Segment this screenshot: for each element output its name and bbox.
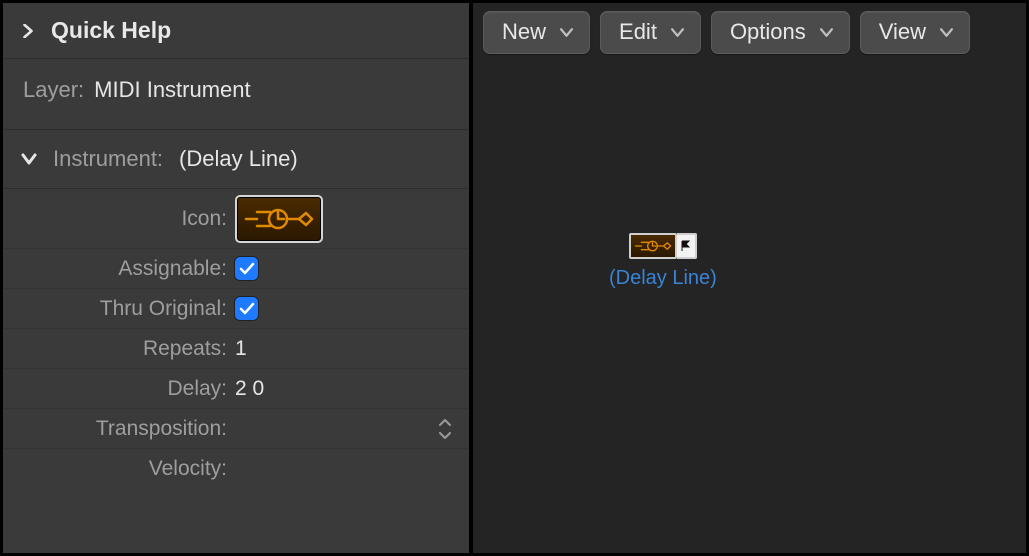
edit-label: Edit [619, 19, 657, 45]
edit-menu-button[interactable]: Edit [600, 11, 701, 54]
node-icon-row [609, 233, 717, 259]
prop-repeats-value[interactable]: 1 [235, 337, 469, 361]
thru-original-checkbox[interactable] [235, 297, 258, 320]
view-menu-button[interactable]: View [860, 11, 970, 54]
prop-repeats[interactable]: Repeats: 1 [3, 329, 469, 369]
delay-line-icon [244, 202, 314, 236]
instrument-label: Instrument: [53, 146, 163, 172]
prop-velocity-label: Velocity: [3, 457, 235, 481]
assignable-checkbox[interactable] [235, 257, 258, 280]
app-window: Quick Help Layer: MIDI Instrument Instru… [0, 0, 1029, 556]
instrument-value: (Delay Line) [179, 146, 298, 172]
chevron-down-icon [940, 26, 953, 39]
node-output-port[interactable] [677, 233, 697, 259]
node-icon[interactable] [629, 233, 677, 259]
prop-icon: Icon: [3, 189, 469, 249]
chevron-down-icon [21, 151, 37, 167]
chevron-down-icon [820, 26, 833, 39]
quick-help-header[interactable]: Quick Help [3, 3, 469, 59]
new-menu-button[interactable]: New [483, 11, 590, 54]
chevron-right-icon [21, 24, 35, 38]
prop-transposition-label: Transposition: [3, 417, 235, 441]
properties-list: Icon: [3, 189, 469, 489]
prop-icon-value[interactable] [235, 195, 469, 243]
prop-transposition[interactable]: Transposition: [3, 409, 469, 449]
prop-repeats-label: Repeats: [3, 337, 235, 361]
prop-delay-label: Delay: [3, 377, 235, 401]
check-icon [239, 301, 255, 317]
prop-icon-label: Icon: [3, 207, 235, 231]
prop-thru-original: Thru Original: [3, 289, 469, 329]
prop-delay-value[interactable]: 2 0 [235, 377, 469, 401]
inspector-panel: Quick Help Layer: MIDI Instrument Instru… [3, 3, 469, 553]
options-menu-button[interactable]: Options [711, 11, 850, 54]
delay-line-node[interactable]: (Delay Line) [609, 233, 717, 290]
quick-help-title: Quick Help [51, 17, 171, 44]
output-flag-icon [681, 240, 691, 252]
chevron-down-icon [439, 432, 451, 440]
chevron-up-icon [439, 418, 451, 426]
instrument-row[interactable]: Instrument: (Delay Line) [3, 130, 469, 189]
prop-delay[interactable]: Delay: 2 0 [3, 369, 469, 409]
prop-assignable-label: Assignable: [3, 257, 235, 281]
icon-picker-button[interactable] [235, 195, 323, 243]
node-label[interactable]: (Delay Line) [609, 267, 717, 290]
delay-line-icon [633, 237, 673, 255]
canvas-toolbar: New Edit Options View [483, 11, 1016, 54]
options-label: Options [730, 19, 806, 45]
layer-value: MIDI Instrument [94, 77, 250, 103]
view-label: View [879, 19, 926, 45]
layer-label: Layer: [23, 77, 84, 103]
chevron-down-icon [560, 26, 573, 39]
prop-velocity[interactable]: Velocity: [3, 449, 469, 489]
layer-row[interactable]: Layer: MIDI Instrument [3, 59, 469, 130]
prop-thru-label: Thru Original: [3, 297, 235, 321]
chevron-down-icon [671, 26, 684, 39]
environment-canvas[interactable]: New Edit Options View [469, 3, 1026, 553]
transposition-stepper[interactable] [439, 418, 455, 440]
new-label: New [502, 19, 546, 45]
prop-assignable: Assignable: [3, 249, 469, 289]
check-icon [239, 261, 255, 277]
